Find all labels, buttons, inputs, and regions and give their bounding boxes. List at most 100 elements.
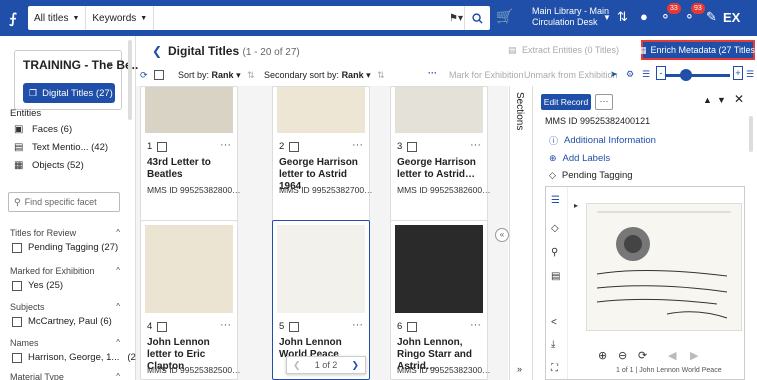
result-card[interactable]: 2 ··· George Harrison letter to Astrid 1… <box>272 86 373 222</box>
thumbnail-image[interactable] <box>277 225 365 313</box>
download-icon[interactable]: ⤓ <box>551 339 555 350</box>
card-more-button[interactable]: ··· <box>470 319 481 331</box>
search-field-dropdown[interactable]: Keywords ▼ <box>86 6 155 30</box>
advanced-search-icon[interactable]: ⚑▾ <box>446 6 466 30</box>
close-icon[interactable]: ✕ <box>734 92 744 106</box>
facet-item-pending-tagging[interactable]: Pending Tagging (27) <box>12 242 118 253</box>
expand-icon[interactable]: ▸ <box>574 201 578 210</box>
thumbnail-image[interactable] <box>277 87 365 133</box>
sections-label[interactable]: Sections <box>514 92 525 130</box>
facet-names[interactable]: Names ^ <box>10 338 120 348</box>
add-labels-link[interactable]: ⊕ Add Labels <box>549 153 610 164</box>
previous-record-icon[interactable]: ▲ <box>703 95 712 105</box>
collapse-panel-button[interactable]: « <box>495 228 509 242</box>
card-checkbox[interactable] <box>157 141 168 152</box>
double-chevron-right-icon[interactable]: » <box>517 364 522 374</box>
facet-item-yes[interactable]: Yes (25) <box>12 280 63 291</box>
next-record-icon[interactable]: ▼ <box>717 95 726 105</box>
result-card[interactable]: 3 ··· George Harrison letter to Astrid… … <box>390 86 491 222</box>
card-checkbox[interactable] <box>289 321 300 332</box>
additional-information-link[interactable]: ⓘ Additional Information <box>549 134 656 147</box>
zoom-out-button[interactable]: - <box>656 66 666 80</box>
rotate-icon[interactable]: ⟳ <box>638 349 647 362</box>
next-page-button[interactable]: ❯ <box>351 360 359 371</box>
swap-location-icon[interactable]: ⇅ <box>617 9 628 25</box>
checkbox[interactable] <box>12 280 22 291</box>
facet-titles-for-review[interactable]: Titles for Review ^ <box>10 228 120 238</box>
card-more-button[interactable]: ··· <box>352 319 363 331</box>
thumbnail-image[interactable] <box>395 225 483 313</box>
next-page-icon[interactable]: ▶ <box>690 349 698 362</box>
sidebar-scrollbar[interactable] <box>128 40 132 120</box>
clipboard-icon[interactable]: ✎ <box>706 9 717 25</box>
alma-logo-icon[interactable]: ⨍ <box>0 0 26 36</box>
zoom-in-icon[interactable]: ⊕ <box>598 349 607 362</box>
result-card[interactable]: 1 ··· 43rd Letter to Beatles MMS ID 9952… <box>140 86 241 222</box>
facet-marked-for-exhibition[interactable]: Marked for Exhibition ^ <box>10 266 120 276</box>
thumbnail-image[interactable] <box>395 87 483 133</box>
viewer-image[interactable] <box>586 203 742 331</box>
chevron-down-icon[interactable]: ▼ <box>603 13 611 22</box>
card-checkbox[interactable] <box>407 141 418 152</box>
sort-direction-icon[interactable]: ⇅ <box>247 70 255 80</box>
zoom-out-icon[interactable]: ⊖ <box>618 349 627 362</box>
refresh-icon[interactable]: ⟳ <box>140 70 148 81</box>
facet-item-mccartney[interactable]: McCartney, Paul (6) <box>12 316 112 327</box>
sort-direction-icon[interactable]: ⇅ <box>377 70 385 80</box>
checkbox[interactable] <box>12 242 22 253</box>
zoom-slider-handle[interactable] <box>680 69 692 81</box>
card-checkbox[interactable] <box>289 141 300 152</box>
result-card[interactable]: 4 ··· John Lennon letter to Eric Clapton… <box>140 220 241 380</box>
card-checkbox[interactable] <box>157 321 168 332</box>
more-actions-button[interactable]: ··· <box>428 68 437 78</box>
facet-subjects[interactable]: Subjects ^ <box>10 302 120 312</box>
fullscreen-icon[interactable]: ⛶ <box>551 363 558 374</box>
unmark-exhibition-button[interactable]: Unmark from Exhibition <box>524 70 618 80</box>
prev-page-icon[interactable]: ◀ <box>668 349 676 362</box>
list-icon[interactable]: ☰ <box>551 195 560 206</box>
search-button[interactable] <box>464 6 490 30</box>
user-avatar[interactable]: EX <box>723 10 740 25</box>
select-all-checkbox[interactable] <box>154 70 164 80</box>
edit-record-button[interactable]: Edit Record <box>541 94 591 110</box>
thumbnail-image[interactable] <box>145 225 233 313</box>
sort-by-dropdown[interactable]: Sort by: Rank ▾ ⇅ <box>178 70 255 81</box>
cart-icon[interactable]: 🛒 <box>496 8 513 25</box>
record-more-button[interactable]: ··· <box>595 94 613 110</box>
facet-material-type[interactable]: Material Type ^ <box>10 372 120 380</box>
entity-text-mentions[interactable]: ▤ Text Mentio... (42) <box>14 142 108 153</box>
checkbox[interactable] <box>12 316 22 327</box>
search-icon[interactable]: ⚲ <box>551 247 558 258</box>
extract-entities-button[interactable]: Extract Entities (0 Titles) <box>522 45 619 55</box>
list-icon[interactable]: ☰ <box>642 69 650 80</box>
search-scope-dropdown[interactable]: All titles ▼ <box>28 6 87 30</box>
prev-page-button[interactable]: ❮ <box>293 360 301 371</box>
digital-titles-button[interactable]: ❐ Digital Titles (27) <box>23 83 115 103</box>
search-input[interactable] <box>154 7 464 29</box>
settings-icon[interactable]: ⚙ <box>626 69 634 80</box>
facet-item-harrison[interactable]: Harrison, George, 1... (2) <box>12 352 139 363</box>
view-toggle-icon[interactable]: ☰ <box>746 69 754 80</box>
zoom-in-button[interactable]: + <box>733 66 743 80</box>
panel-scrollbar[interactable] <box>749 116 753 152</box>
card-title[interactable]: George Harrison letter to Astrid… <box>397 157 485 181</box>
user-icon[interactable]: ● <box>640 9 648 24</box>
export-icon[interactable]: ➤ <box>610 69 618 80</box>
facet-search-input[interactable]: ⚲ Find specific facet <box>8 192 120 212</box>
result-card[interactable]: 6 ··· John Lennon, Ringo Starr and Astri… <box>390 220 491 380</box>
thumbnail-image[interactable] <box>145 87 233 133</box>
zoom-slider[interactable] <box>666 74 730 77</box>
document-icon[interactable]: ▤ <box>551 271 560 282</box>
set-selector[interactable]: TRAINING - The Be.. ▼ ❐ Digital Titles (… <box>14 50 138 110</box>
card-checkbox[interactable] <box>407 321 418 332</box>
share-icon[interactable]: < <box>551 317 557 328</box>
enrich-metadata-button[interactable]: ▦ Enrich Metadata (27 Titles) <box>638 40 757 60</box>
mark-exhibition-button[interactable]: Mark for Exhibition <box>449 70 524 80</box>
card-more-button[interactable]: ··· <box>220 139 231 151</box>
card-more-button[interactable]: ··· <box>352 139 363 151</box>
back-icon[interactable]: ❮ <box>152 44 162 58</box>
secondary-sort-dropdown[interactable]: Secondary sort by: Rank ▾ ⇅ <box>264 70 385 81</box>
card-title[interactable]: 43rd Letter to Beatles <box>147 157 235 181</box>
card-more-button[interactable]: ··· <box>470 139 481 151</box>
entity-objects[interactable]: ▦ Objects (52) <box>14 160 84 171</box>
